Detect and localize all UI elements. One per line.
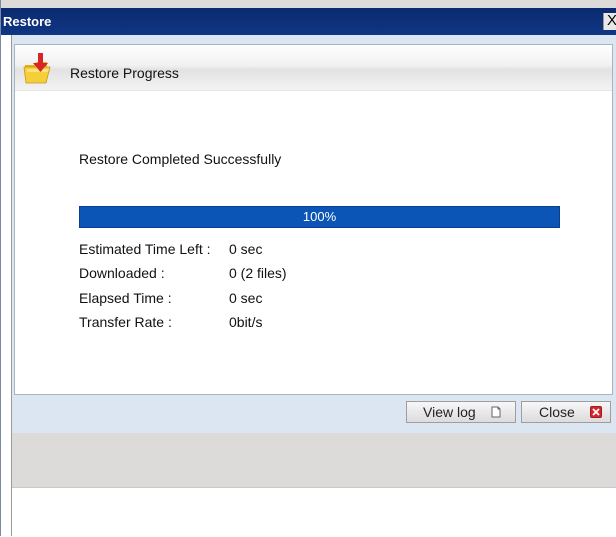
info-label: Downloaded : (79, 265, 165, 281)
info-value: 0 sec (229, 290, 263, 306)
status-message: Restore Completed Successfully (79, 151, 282, 167)
view-log-button[interactable]: View log (406, 401, 516, 423)
view-log-label: View log (423, 404, 476, 420)
info-value: 0 (2 files) (229, 265, 287, 281)
restore-progress-panel: Restore Progress Restore Completed Succe… (14, 44, 613, 395)
panel-header: Restore Progress (15, 45, 612, 91)
close-button[interactable]: Close (521, 401, 611, 423)
info-value: 0bit/s (229, 314, 263, 330)
close-red-icon (590, 406, 602, 418)
progress-label: 100% (302, 209, 337, 224)
info-value: 0 sec (229, 241, 263, 257)
title-bar[interactable]: Restore X (1, 8, 616, 35)
footer-band (12, 433, 616, 487)
window-title: Restore (3, 14, 52, 29)
restore-window: Restore X Restore Progress Restore Compl… (0, 0, 616, 537)
window-close-button[interactable]: X (603, 13, 616, 30)
panel-title: Restore Progress (70, 65, 179, 81)
info-label: Transfer Rate : (79, 314, 172, 330)
folder-restore-icon (23, 53, 51, 84)
info-label: Estimated Time Left : (79, 241, 211, 257)
close-label: Close (539, 404, 575, 420)
document-icon (491, 406, 501, 418)
progress-bar: 100% (79, 206, 560, 228)
bottom-area (12, 487, 616, 537)
left-edge (1, 35, 12, 536)
info-label: Elapsed Time : (79, 290, 172, 306)
